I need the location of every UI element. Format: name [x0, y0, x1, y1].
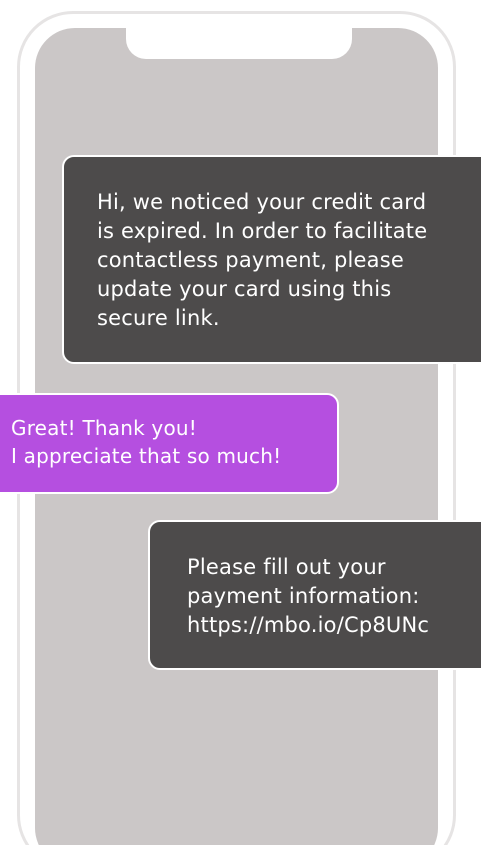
- message-text: Hi, we noticed your credit card is expir…: [97, 190, 428, 330]
- incoming-message-bubble: Hi, we noticed your credit card is expir…: [62, 155, 481, 364]
- phone-notch: [126, 26, 352, 59]
- message-text-with-link[interactable]: Please fill out your payment information…: [187, 553, 481, 640]
- phone-mockup: Hi, we noticed your credit card is expir…: [0, 0, 481, 845]
- incoming-message-bubble[interactable]: Please fill out your payment information…: [148, 520, 481, 670]
- message-text: Great! Thank you! I appreciate that so m…: [11, 416, 282, 468]
- outgoing-message-bubble: Great! Thank you! I appreciate that so m…: [0, 393, 339, 494]
